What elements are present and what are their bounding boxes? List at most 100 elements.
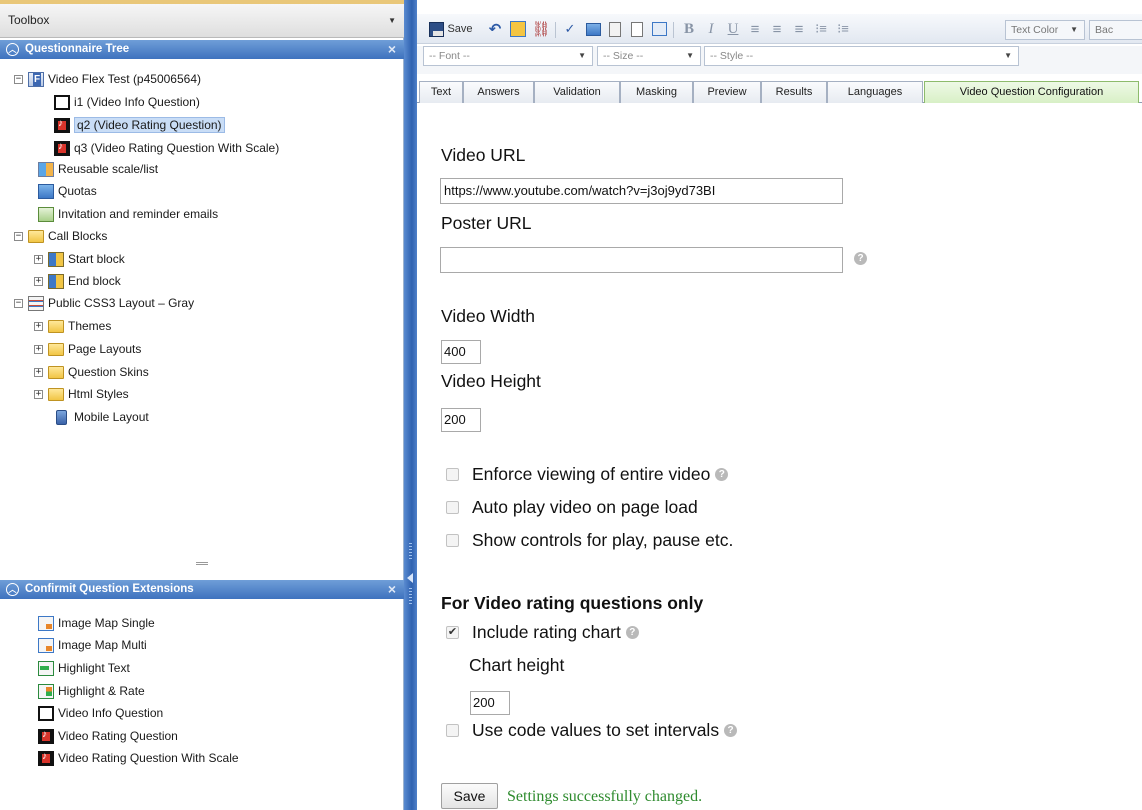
help-icon[interactable]: ? [625, 626, 639, 639]
code-values-option[interactable]: Use code values to set intervals ? [446, 720, 738, 741]
tree-item-reusable[interactable]: Reusable scale/list [38, 159, 158, 179]
italic-button[interactable]: I [701, 19, 721, 39]
collapse-left-arrow-icon[interactable] [407, 573, 413, 583]
chart-height-input[interactable]: 200 [470, 691, 510, 715]
panel-splitter[interactable] [0, 561, 404, 567]
video-height-input[interactable]: 200 [441, 408, 481, 432]
form-icon[interactable] [649, 19, 669, 39]
link-icon[interactable]: ⛓ [531, 19, 551, 39]
align-left-icon[interactable]: ≡ [745, 19, 765, 39]
help-icon[interactable]: ? [715, 468, 729, 481]
bold-button[interactable]: B [679, 19, 699, 39]
help-icon[interactable]: ? [724, 724, 738, 737]
highlight-text-icon [38, 660, 54, 676]
show-controls-option[interactable]: Show controls for play, pause etc. [446, 530, 733, 551]
toolbox-header[interactable]: Toolbox ▼ [0, 4, 404, 38]
align-center-icon[interactable]: ≡ [767, 19, 787, 39]
splitter-grip-icon[interactable] [409, 543, 412, 561]
tree-item-q2[interactable]: q2 (Video Rating Question) [54, 115, 225, 135]
help-icon[interactable]: ? [854, 252, 867, 265]
tree-item-start-block[interactable]: + Start block [34, 249, 125, 269]
expand-toggle-icon[interactable]: + [34, 254, 43, 264]
numbered-list-icon[interactable]: ⁝≡ [811, 19, 831, 39]
tree-item-question-skins[interactable]: + Question Skins [34, 362, 149, 382]
extension-item[interactable]: Video Rating Question [38, 726, 178, 746]
close-icon[interactable]: × [388, 581, 396, 597]
tree-item-emails[interactable]: Invitation and reminder emails [38, 204, 218, 224]
tree-item-i1[interactable]: i1 (Video Info Question) [54, 92, 200, 112]
dropdown-arrow-icon[interactable]: ▼ [388, 16, 396, 25]
tree-item-page-layouts[interactable]: + Page Layouts [34, 339, 141, 359]
editor-tabs: Text Answers Validation Masking Preview … [417, 81, 1142, 103]
chevron-down-icon: ▼ [1070, 25, 1078, 34]
extension-item[interactable]: Highlight & Rate [38, 681, 145, 701]
document-icon[interactable] [627, 19, 647, 39]
extensions-header[interactable]: ︿ Confirmit Question Extensions × [0, 580, 404, 599]
expand-toggle-icon[interactable]: + [34, 276, 43, 286]
collapse-toggle-icon[interactable]: − [14, 298, 23, 308]
toolbar-save-button[interactable]: Save [425, 19, 477, 39]
splitter-grip-icon[interactable] [409, 588, 412, 606]
enforce-viewing-option[interactable]: Enforce viewing of entire video ? [446, 464, 729, 485]
extension-item[interactable]: Video Rating Question With Scale [38, 748, 239, 768]
video-width-input[interactable]: 400 [441, 340, 481, 364]
expand-toggle-icon[interactable]: + [34, 367, 43, 377]
poster-url-input[interactable] [440, 247, 843, 273]
tree-item-end-block[interactable]: + End block [34, 271, 121, 291]
source-icon[interactable] [507, 19, 529, 39]
tab-text[interactable]: Text [419, 81, 463, 103]
extension-item[interactable]: Image Map Single [38, 613, 155, 633]
code-values-checkbox[interactable] [446, 724, 459, 737]
vertical-splitter[interactable] [404, 0, 417, 810]
collapse-toggle-icon[interactable]: − [14, 231, 23, 241]
bullet-list-icon[interactable]: ⁝≡ [833, 19, 853, 39]
extension-item[interactable]: Highlight Text [38, 658, 130, 678]
style-select[interactable]: -- Style -- ▼ [704, 46, 1019, 66]
tab-validation[interactable]: Validation [534, 81, 620, 103]
tab-languages[interactable]: Languages [827, 81, 923, 103]
font-select[interactable]: -- Font -- ▼ [423, 46, 593, 66]
tab-answers[interactable]: Answers [463, 81, 534, 103]
bg-color-select[interactable]: Bac [1089, 20, 1142, 40]
enforce-viewing-checkbox[interactable] [446, 468, 459, 481]
paste-icon[interactable] [605, 19, 625, 39]
underline-button[interactable]: U [723, 19, 743, 39]
tree-item-html-styles[interactable]: + Html Styles [34, 384, 129, 404]
tab-masking[interactable]: Masking [620, 81, 693, 103]
autoplay-option[interactable]: Auto play video on page load [446, 497, 698, 518]
font-toolbar: -- Font -- ▼ -- Size -- ▼ -- Style -- ▼ [417, 46, 1142, 74]
expand-toggle-icon[interactable]: + [34, 389, 43, 399]
tree-item-q3[interactable]: q3 (Video Rating Question With Scale) [54, 138, 279, 158]
tree-item-quotas[interactable]: Quotas [38, 181, 97, 201]
tree-item-themes[interactable]: + Themes [34, 316, 111, 336]
expand-toggle-icon[interactable]: + [34, 321, 43, 331]
include-rating-chart-option[interactable]: ✔ Include rating chart ? [446, 622, 639, 643]
tab-results[interactable]: Results [761, 81, 827, 103]
extension-item[interactable]: Image Map Multi [38, 635, 147, 655]
tab-preview[interactable]: Preview [693, 81, 761, 103]
tree-item-mobile-layout[interactable]: Mobile Layout [54, 407, 149, 427]
save-button[interactable]: Save [441, 783, 498, 809]
size-select[interactable]: -- Size -- ▼ [597, 46, 701, 66]
close-icon[interactable]: × [388, 41, 396, 57]
tab-video-question-configuration[interactable]: Video Question Configuration [924, 81, 1139, 103]
expand-toggle-icon[interactable]: + [34, 344, 43, 354]
extension-item[interactable]: Video Info Question [38, 703, 163, 723]
video-url-input[interactable]: https://www.youtube.com/watch?v=j3oj9yd7… [440, 178, 843, 204]
tree-item-call-blocks[interactable]: − Call Blocks [14, 226, 107, 246]
image-icon[interactable] [583, 19, 603, 39]
collapse-toggle-icon[interactable]: − [14, 74, 23, 84]
text-color-select[interactable]: Text Color ▼ [1005, 20, 1085, 40]
autoplay-checkbox[interactable] [446, 501, 459, 514]
collapse-icon[interactable]: ︿ [6, 583, 19, 596]
show-controls-checkbox[interactable] [446, 534, 459, 547]
align-right-icon[interactable]: ≡ [789, 19, 809, 39]
include-rating-chart-checkbox[interactable]: ✔ [446, 626, 459, 639]
splitter-grip-icon[interactable] [196, 562, 208, 565]
questionnaire-tree-header[interactable]: ︿ Questionnaire Tree × [0, 40, 404, 59]
spellcheck-icon[interactable]: ✓ [559, 19, 581, 39]
collapse-icon[interactable]: ︿ [6, 43, 19, 56]
tree-item-survey[interactable]: − Video Flex Test (p45006564) [14, 69, 201, 89]
tree-item-layout[interactable]: − Public CSS3 Layout – Gray [14, 293, 194, 313]
undo-icon[interactable]: ↶ [485, 19, 505, 39]
